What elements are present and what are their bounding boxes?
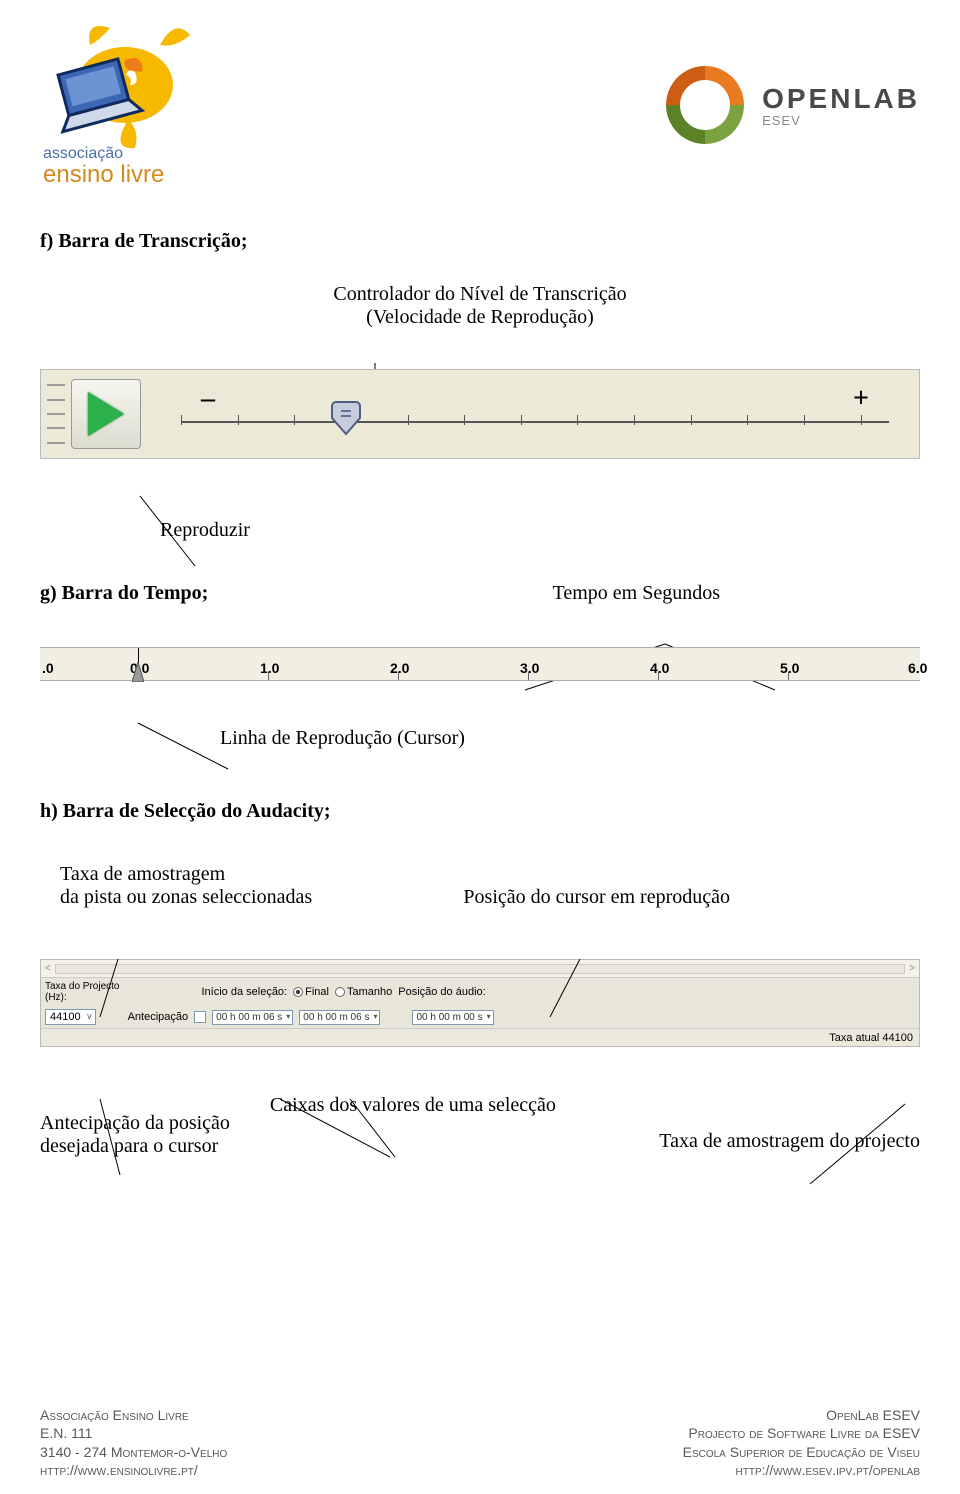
sample-rate-caption-2: da pista ou zonas seleccionadas [60,886,312,909]
footer-right-4: http://www.esev.ipv.pt/openlab [683,1461,920,1479]
audio-position-time[interactable]: 00 h 00 m 00 s [412,1010,493,1025]
snap-checkbox[interactable] [194,1011,206,1023]
footer-left-2: E.N. 111 [40,1424,227,1442]
project-rate-label-1: Taxa do Projecto [45,981,120,992]
horizontal-scrollbar[interactable]: < > [41,960,919,978]
section-h-title: h) Barra de Selecção do Audacity; [40,800,920,823]
footer-left-1: Associação Ensino Livre [40,1406,227,1424]
selection-boxes-caption: Caixas dos valores de uma selecção [260,1094,629,1117]
drag-handle-icon[interactable] [47,378,65,450]
plus-icon: + [853,383,869,415]
tempo-segundos-label: Tempo em Segundos [553,582,720,605]
time-tick: 1.0 [260,660,279,676]
scroll-left-icon[interactable]: < [45,963,51,974]
slider-thumb-icon[interactable] [331,399,361,437]
play-button[interactable] [71,379,141,449]
footer-left-4: http://www.ensinolivre.pt/ [40,1461,227,1479]
audio-position-label: Posição do áudio: [398,986,485,998]
time-bar[interactable]: .0 0,0 1.0 2.0 3.0 4.0 5.0 6.0 [40,647,920,681]
cursor-position-caption: Posição do cursor em reprodução [463,886,730,909]
radio-final[interactable] [293,987,303,997]
logo-text-bottom: ensino livre [43,161,164,188]
cursor-line-label: Linha de Reprodução (Cursor) [220,727,920,750]
project-rate-caption: Taxa de amostragem do projecto [659,1130,920,1153]
time-tick: 3.0 [520,660,539,676]
page-header: associação ensino livre OPENLAB ESEV [0,0,960,200]
selection-bar: < > Taxa do Projecto (Hz): Início da sel… [40,959,920,1047]
cursor-marker-icon [132,662,144,682]
radio-final-label: Final [305,986,329,998]
minus-icon: – [201,383,215,415]
actual-rate-label: Taxa atual 44100 [829,1032,913,1044]
time-tick: .0 [42,660,54,676]
play-icon [88,392,124,436]
selection-end-time[interactable]: 00 h 00 m 06 s [299,1010,380,1025]
time-tick: 6.0 [908,660,927,676]
radio-tamanho-label: Tamanho [347,986,392,998]
snap-caption-1: Antecipação da posição [40,1112,230,1135]
time-tick: 5.0 [780,660,799,676]
time-tick: 4.0 [650,660,669,676]
speed-slider[interactable]: – + [151,379,919,449]
controller-label-1: Controlador do Nível de Transcrição [40,283,920,306]
logo-text-top: associação [43,145,123,162]
project-rate-label-2: (Hz): [45,992,120,1003]
footer-left-3: 3140 - 274 Montemor-o-Velho [40,1443,227,1461]
controller-label-2: (Velocidade de Reprodução) [40,306,920,329]
logo-ensino-livre: associação ensino livre [40,10,220,190]
logo-openlab: OPENLAB ESEV [660,60,920,150]
footer-right-2: Projecto de Software Livre da ESEV [683,1424,920,1442]
selection-start-label: Início da seleção: [202,986,288,998]
transcription-toolbar: – + [40,369,920,459]
footer-right-3: Escola Superior de Educação de Viseu [683,1443,920,1461]
openlab-title: OPENLAB [762,83,920,115]
project-rate-combo[interactable]: 44100 [45,1009,96,1025]
scroll-right-icon[interactable]: > [909,963,915,974]
sample-rate-caption-1: Taxa de amostragem [60,863,312,886]
radio-tamanho[interactable] [335,987,345,997]
reproduzir-label: Reproduzir [160,519,920,542]
openlab-sub: ESEV [762,113,920,128]
footer-right-1: OpenLab ESEV [683,1406,920,1424]
selection-start-time[interactable]: 00 h 00 m 06 s [212,1010,293,1025]
section-f-title: f) Barra de Transcrição; [40,230,920,253]
section-g-title: g) Barra do Tempo; [40,582,208,605]
page-footer: Associação Ensino Livre E.N. 111 3140 - … [40,1406,920,1479]
time-tick: 2.0 [390,660,409,676]
snap-to-label: Antecipação [128,1011,189,1023]
snap-caption-2: desejada para o cursor [40,1135,230,1158]
